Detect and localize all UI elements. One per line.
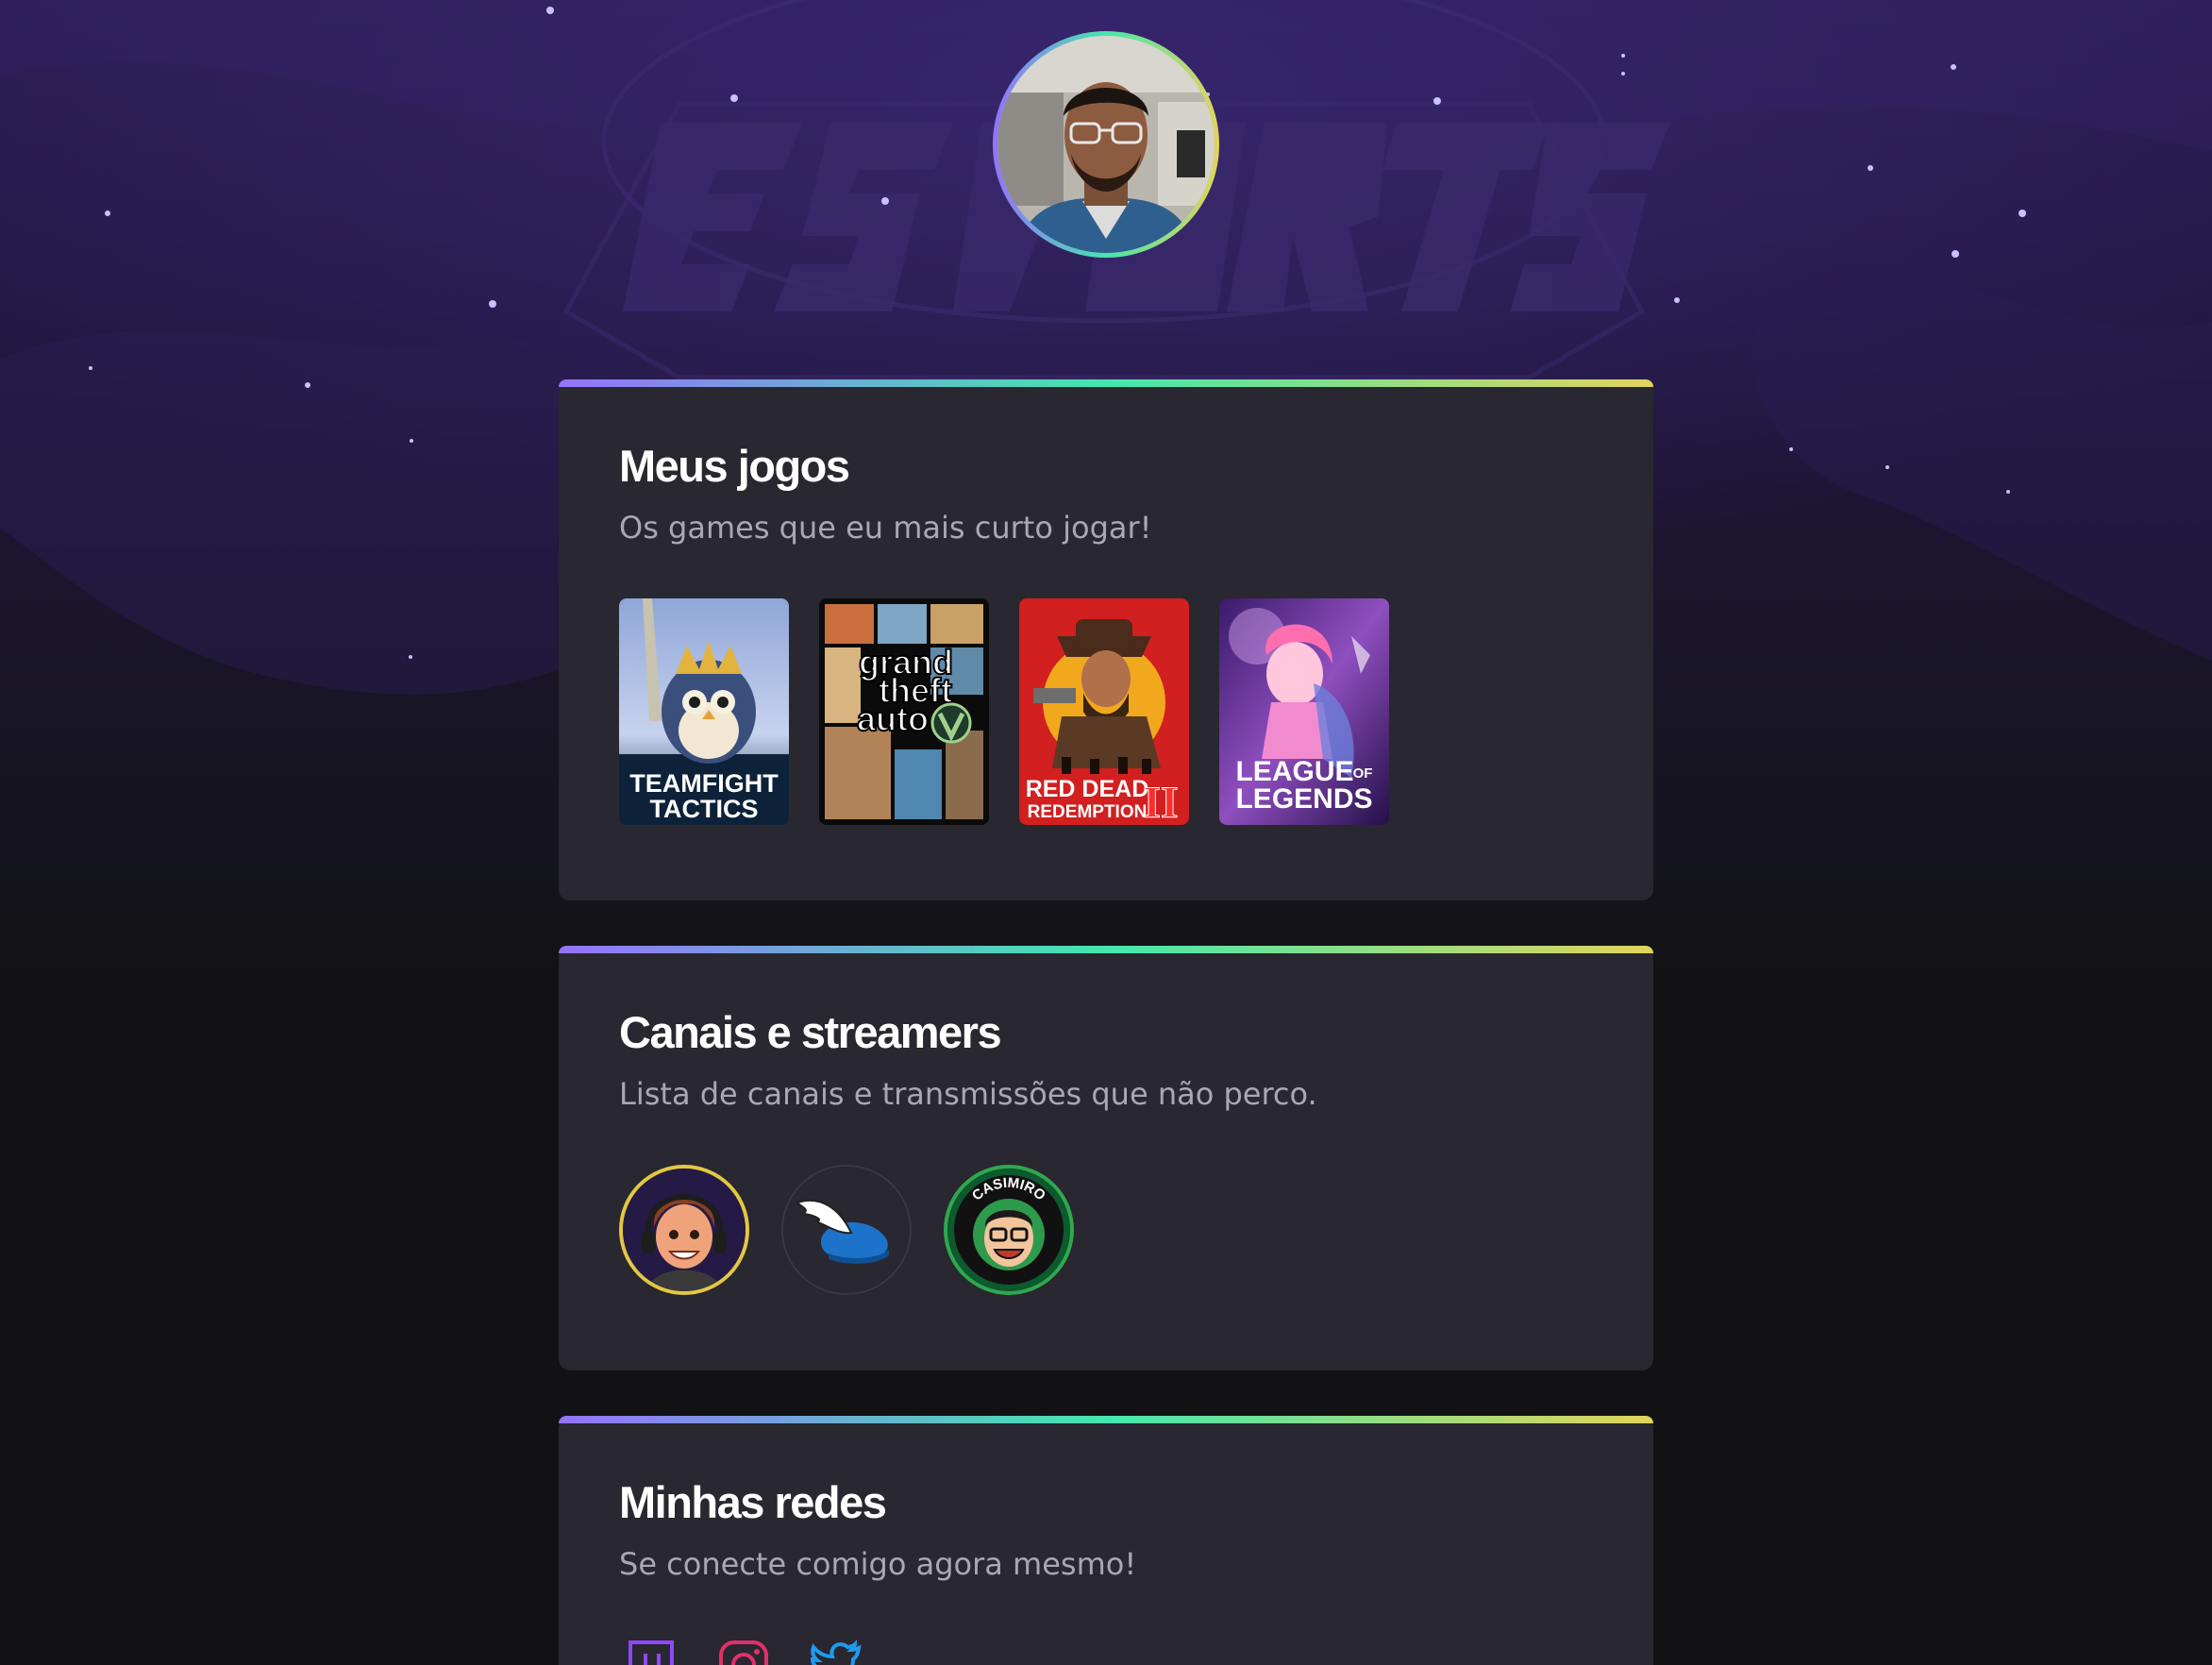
- gta-v-cover: grand theft auto: [819, 598, 989, 825]
- game-card-red-dead-redemption-2[interactable]: RED DEAD REDEMPTION II: [1019, 598, 1189, 825]
- rdr-logo-line2: REDEMPTION: [1028, 802, 1148, 822]
- twitter-icon[interactable]: [810, 1639, 863, 1665]
- winged-helmet-avatar: [783, 1167, 910, 1293]
- rdr-logo-roman: II: [1143, 778, 1178, 825]
- streamer-cartoon-boy-avatar[interactable]: [619, 1165, 749, 1295]
- profile-photo: [997, 36, 1215, 253]
- games-title: Meus jogos: [619, 441, 850, 491]
- profile-avatar[interactable]: [993, 31, 1219, 258]
- casimiro-avatar: CASIMIRO: [947, 1169, 1070, 1291]
- tft-logo-line1: TEAMFIGHT: [629, 769, 779, 798]
- red-dead-redemption-2-cover: RED DEAD REDEMPTION II: [1019, 598, 1189, 825]
- games-subtitle: Os games que eu mais curto jogar!: [619, 510, 1152, 546]
- lol-logo-of: OF: [1353, 765, 1373, 782]
- socials-title: Minhas redes: [619, 1477, 887, 1527]
- tft-logo-line2: TACTICS: [650, 795, 759, 823]
- rdr-logo-line1: RED DEAD: [1026, 776, 1149, 802]
- streamer-casimiro-avatar[interactable]: CASIMIRO: [944, 1165, 1074, 1295]
- streamers-subtitle: Lista de canais e transmissões que não p…: [619, 1076, 1317, 1112]
- page: Meus jogos Os games que eu mais curto jo…: [0, 0, 2212, 1665]
- socials-list: [625, 1639, 863, 1665]
- cartoon-boy-avatar: [623, 1169, 746, 1291]
- games-card: Meus jogos Os games que eu mais curto jo…: [559, 379, 1653, 900]
- teamfight-tactics-cover: TEAMFIGHT TACTICS: [619, 598, 789, 825]
- streamer-winged-helmet-avatar[interactable]: [781, 1165, 912, 1295]
- twitch-icon[interactable]: [625, 1639, 678, 1665]
- lol-logo-line2: LEGENDS: [1235, 783, 1372, 815]
- instagram-icon[interactable]: [717, 1639, 770, 1665]
- streamers-card: Canais e streamers Lista de canais e tra…: [559, 946, 1653, 1371]
- league-of-legends-cover: LEAGUE OF LEGENDS: [1219, 598, 1389, 825]
- games-list: TEAMFIGHT TACTICS grand theft auto RED D…: [619, 598, 1389, 825]
- streamers-title: Canais e streamers: [619, 1007, 1002, 1057]
- streamers-list: CASIMIRO: [619, 1165, 1074, 1295]
- socials-card: Minhas redes Se conecte comigo agora mes…: [559, 1416, 1653, 1665]
- game-card-gta-v[interactable]: grand theft auto: [819, 598, 989, 825]
- socials-subtitle: Se conecte comigo agora mesmo!: [619, 1546, 1137, 1582]
- game-card-teamfight-tactics[interactable]: TEAMFIGHT TACTICS: [619, 598, 789, 825]
- game-card-league-of-legends[interactable]: LEAGUE OF LEGENDS: [1219, 598, 1389, 825]
- gta-logo-line3: auto: [857, 699, 929, 738]
